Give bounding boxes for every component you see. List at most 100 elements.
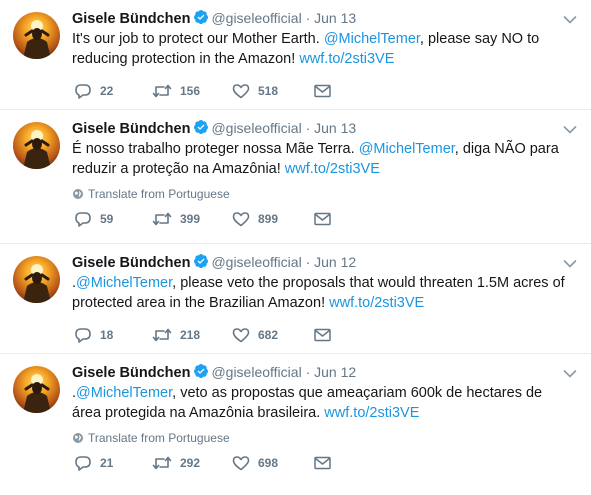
retweet-count: 218: [180, 328, 201, 342]
like-icon: [232, 212, 250, 227]
chevron-down-icon[interactable]: [563, 366, 577, 384]
reply-count: 59: [100, 212, 114, 226]
retweet-icon: [152, 84, 172, 98]
author-handle[interactable]: @giseleofficial: [211, 364, 301, 380]
tweet-header: Gisele Bündchen @giseleofficial · Jun 12: [72, 363, 356, 383]
direct-message-button[interactable]: [314, 83, 331, 98]
retweet-button[interactable]: 399: [152, 211, 200, 227]
author-handle[interactable]: @giseleofficial: [211, 254, 301, 270]
separator-dot: ·: [305, 364, 311, 380]
author-name[interactable]: Gisele Bündchen: [72, 365, 190, 381]
direct-message-button[interactable]: [314, 211, 331, 226]
like-count: 899: [258, 212, 279, 226]
tweet-date[interactable]: Jun 12: [314, 364, 356, 380]
tweet-text: .@MichelTemer, veto as propostas que ame…: [72, 383, 572, 423]
like-icon: [232, 328, 250, 343]
like-icon: [232, 456, 250, 471]
tweet-date[interactable]: Jun 12: [314, 254, 356, 270]
tweet-header: Gisele Bündchen @giseleofficial · Jun 12: [72, 253, 356, 273]
tweet[interactable]: Gisele Bündchen @giseleofficial · Jun 12 …: [0, 354, 591, 495]
like-button[interactable]: 698: [232, 455, 278, 471]
retweet-button[interactable]: 156: [152, 83, 200, 99]
reply-button[interactable]: 18: [74, 327, 113, 343]
reply-icon: [74, 84, 92, 99]
verified-badge-icon: [193, 363, 209, 383]
direct-message-icon: [314, 83, 331, 98]
author-name[interactable]: Gisele Bündchen: [72, 255, 190, 271]
tweet-header: Gisele Bündchen @giseleofficial · Jun 13: [72, 9, 356, 29]
author-name[interactable]: Gisele Bündchen: [72, 121, 190, 137]
reply-count: 21: [100, 456, 114, 470]
like-count: 682: [258, 328, 279, 342]
tweet-timeline: Gisele Bündchen @giseleofficial · Jun 13 …: [0, 0, 591, 495]
reply-icon: [74, 328, 92, 343]
direct-message-button[interactable]: [314, 455, 331, 470]
direct-message-button[interactable]: [314, 327, 331, 342]
verified-badge-icon: [193, 119, 209, 139]
reply-button[interactable]: 21: [74, 455, 113, 471]
author-handle[interactable]: @giseleofficial: [211, 120, 301, 136]
chevron-down-icon[interactable]: [563, 12, 577, 30]
text-segment: It's our job to protect our Mother Earth…: [72, 31, 324, 47]
author-name[interactable]: Gisele Bündchen: [72, 11, 190, 27]
chevron-down-icon[interactable]: [563, 256, 577, 274]
retweet-count: 292: [180, 456, 201, 470]
globe-icon: [72, 431, 88, 445]
translate-label: Translate from Portuguese: [88, 187, 230, 201]
tweet-text: It's our job to protect our Mother Earth…: [72, 29, 572, 69]
translate-link[interactable]: Translate from Portuguese: [72, 187, 230, 201]
like-button[interactable]: 899: [232, 211, 278, 227]
like-count: 518: [258, 84, 279, 98]
reply-button[interactable]: 22: [74, 83, 113, 99]
reply-icon: [74, 456, 92, 471]
tweet[interactable]: Gisele Bündchen @giseleofficial · Jun 12 …: [0, 244, 591, 354]
text-segment: É nosso trabalho proteger nossa Mãe Terr…: [72, 141, 359, 157]
mention-link[interactable]: @MichelTemer: [359, 141, 455, 157]
avatar[interactable]: [13, 366, 60, 413]
direct-message-icon: [314, 327, 331, 342]
avatar[interactable]: [13, 12, 60, 59]
reply-icon: [74, 212, 92, 227]
retweet-button[interactable]: 292: [152, 455, 200, 471]
url-link[interactable]: wwf.to/2sti3VE: [299, 51, 394, 67]
direct-message-icon: [314, 455, 331, 470]
reply-count: 22: [100, 84, 114, 98]
tweet-date[interactable]: Jun 13: [314, 120, 356, 136]
tweet-header: Gisele Bündchen @giseleofficial · Jun 13: [72, 119, 356, 139]
like-icon: [232, 84, 250, 99]
retweet-icon: [152, 456, 172, 470]
avatar[interactable]: [13, 256, 60, 303]
retweet-button[interactable]: 218: [152, 327, 200, 343]
translate-label: Translate from Portuguese: [88, 431, 230, 445]
separator-dot: ·: [305, 10, 311, 26]
tweet[interactable]: Gisele Bündchen @giseleofficial · Jun 13 …: [0, 0, 591, 110]
reply-button[interactable]: 59: [74, 211, 113, 227]
retweet-count: 156: [180, 84, 201, 98]
tweet-text: .@MichelTemer, please veto the proposals…: [72, 273, 572, 313]
tweet[interactable]: Gisele Bündchen @giseleofficial · Jun 13 …: [0, 110, 591, 244]
tweet-text: É nosso trabalho proteger nossa Mãe Terr…: [72, 139, 572, 179]
retweet-icon: [152, 212, 172, 226]
like-count: 698: [258, 456, 279, 470]
mention-link[interactable]: @MichelTemer: [324, 31, 420, 47]
mention-link[interactable]: @MichelTemer: [76, 385, 172, 401]
like-button[interactable]: 682: [232, 327, 278, 343]
mention-link[interactable]: @MichelTemer: [76, 275, 172, 291]
url-link[interactable]: wwf.to/2sti3VE: [329, 295, 424, 311]
like-button[interactable]: 518: [232, 83, 278, 99]
chevron-down-icon[interactable]: [563, 122, 577, 140]
verified-badge-icon: [193, 9, 209, 29]
url-link[interactable]: wwf.to/2sti3VE: [324, 405, 419, 421]
globe-icon: [72, 187, 88, 201]
retweet-count: 399: [180, 212, 201, 226]
translate-link[interactable]: Translate from Portuguese: [72, 431, 230, 445]
separator-dot: ·: [305, 120, 311, 136]
direct-message-icon: [314, 211, 331, 226]
separator-dot: ·: [305, 254, 311, 270]
tweet-date[interactable]: Jun 13: [314, 10, 356, 26]
url-link[interactable]: wwf.to/2sti3VE: [285, 161, 380, 177]
avatar[interactable]: [13, 122, 60, 169]
retweet-icon: [152, 328, 172, 342]
author-handle[interactable]: @giseleofficial: [211, 10, 301, 26]
verified-badge-icon: [193, 253, 209, 273]
